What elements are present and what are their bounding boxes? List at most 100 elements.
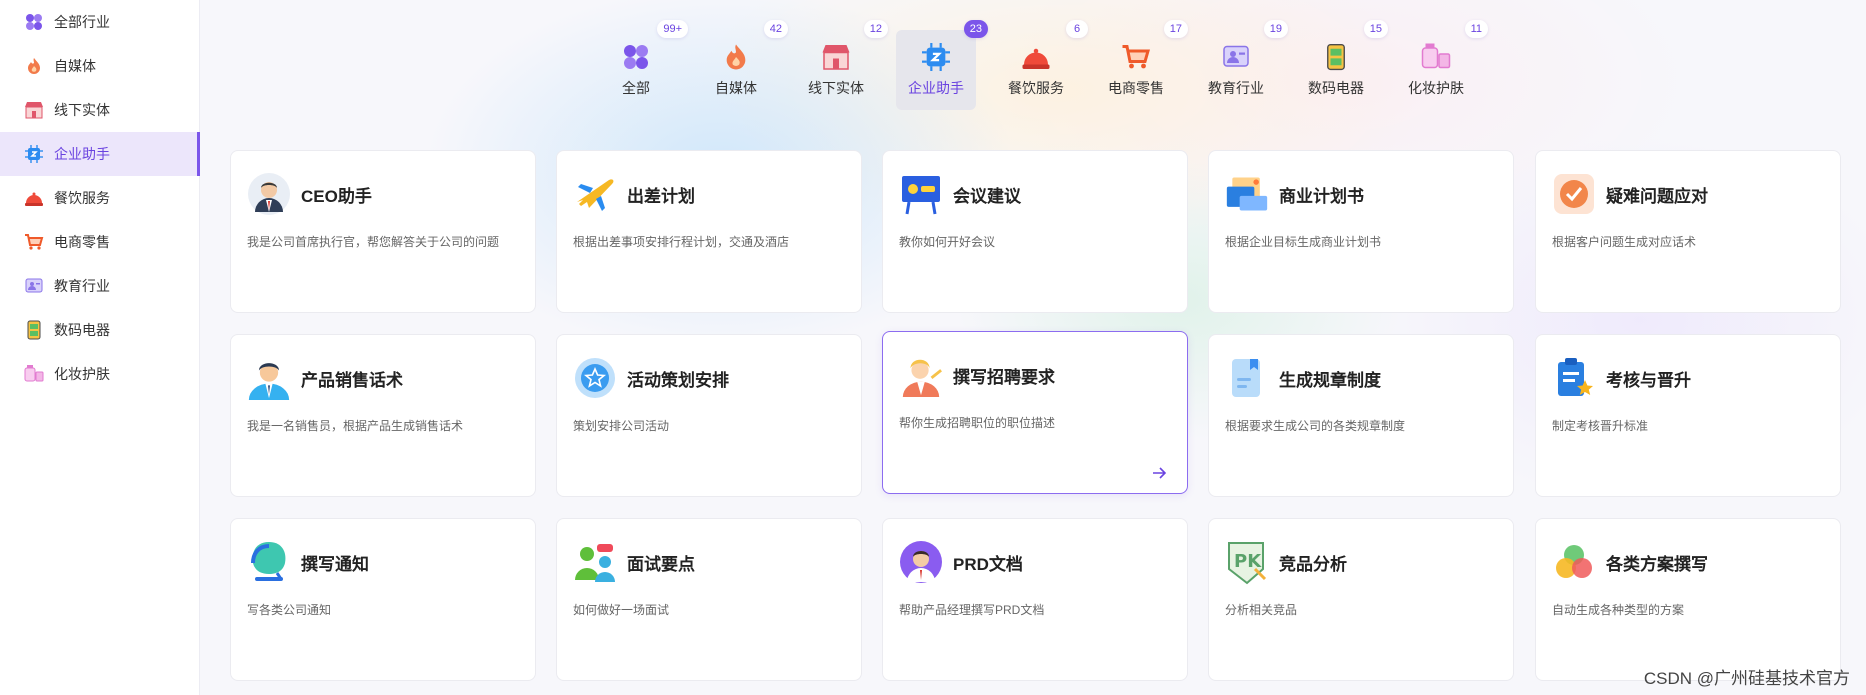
meeting-board-icon [899,172,943,216]
card-title: 会议建议 [953,186,1021,206]
card-description: 制定考核晋升标准 [1552,419,1649,433]
count-badge: 12 [863,20,888,38]
agent-card[interactable]: 面试要点 如何做好一场面试 [556,518,862,681]
card-title: 产品销售话术 [301,370,403,390]
card-description: 策划安排公司活动 [573,419,670,433]
rules-document-icon [1225,356,1269,400]
agent-card[interactable]: 会议建议 教你如何开好会议 [882,150,1188,313]
sidebar-item-label: 餐饮服务 [54,190,110,206]
sidebar-item-education[interactable]: 教育行业 [0,264,199,308]
card-title: 出差计划 [627,186,695,206]
agent-card[interactable]: CEO助手 我是公司首席执行官，帮您解答关于公司的问题 [230,150,536,313]
watermark: CSDN @广州硅基技术官方 [1643,669,1850,688]
card-title: 商业计划书 [1279,186,1364,206]
card-title: 撰写招聘要求 [953,367,1055,387]
card-description: 我是一名销售员，根据产品生成销售话术 [247,419,464,433]
education-icon [1221,42,1251,72]
tab-label: 餐饮服务 [1008,80,1064,96]
appliance-icon [1321,42,1351,72]
tab-label: 自媒体 [715,80,757,96]
agent-card[interactable]: PRD文档 帮助产品经理撰写PRD文档 [882,518,1188,681]
event-star-icon [573,356,617,400]
tab-all[interactable]: 99+ 全部 [596,20,688,110]
card-title: 考核与晋升 [1606,370,1691,390]
sidebar-item-label: 企业助手 [54,146,110,162]
tab-catering[interactable]: 6 餐饮服务 [996,20,1088,110]
ceo-avatar-icon [247,172,291,216]
agent-card[interactable]: 撰写通知 写各类公司通知 [230,518,536,681]
tab-education[interactable]: 19 教育行业 [1196,20,1288,110]
card-title: 面试要点 [627,554,695,574]
tab-cosmetics[interactable]: 11 化妆护肤 [1396,20,1488,110]
agent-card[interactable]: 商业计划书 根据企业目标生成商业计划书 [1208,150,1514,313]
card-title: PRD文档 [953,554,1023,574]
cloche-icon [24,188,44,208]
agent-card-hovered[interactable]: 撰写招聘要求 帮你生成招聘职位的职位描述 [882,331,1188,494]
agent-card[interactable]: PK 竞品分析 分析相关竞品 [1208,518,1514,681]
agent-card[interactable]: 活动策划安排 策划安排公司活动 [556,334,862,497]
cosmetics-icon [24,364,44,384]
tab-ecommerce[interactable]: 17 电商零售 [1096,20,1188,110]
sidebar-item-label: 化妆护肤 [54,366,110,382]
business-plan-icon [1225,172,1269,216]
tab-label: 企业助手 [908,80,964,96]
cart-icon [1121,42,1151,72]
card-description: 写各类公司通知 [247,603,332,617]
interview-icon [573,540,617,584]
agent-card[interactable]: 各类方案撰写 自动生成各种类型的方案 [1535,518,1841,681]
sidebar-item-ecommerce[interactable]: 电商零售 [0,220,199,264]
headset-icon [247,540,291,584]
appliance-icon [24,320,44,340]
sidebar-item-catering[interactable]: 餐饮服务 [0,176,199,220]
count-badge: 11 [1464,20,1488,38]
airplane-icon [573,172,617,216]
card-description: 我是公司首席执行官，帮您解答关于公司的问题 [247,235,500,249]
card-title: 竞品分析 [1279,554,1347,574]
tab-label: 电商零售 [1108,80,1164,96]
venn-circles-icon [1552,540,1596,584]
count-badge: 42 [763,20,788,38]
card-title: 撰写通知 [301,554,369,574]
star-badge-icon [1552,172,1596,216]
sidebar-item-enterprise[interactable]: 企业助手 [0,132,200,176]
sidebar-item-label: 数码电器 [54,322,110,338]
clipboard-star-icon [1552,356,1596,400]
salesman-icon [247,356,291,400]
grid-icon [621,42,651,72]
arrow-right-icon[interactable] [1151,465,1167,481]
tab-enterprise[interactable]: 23 企业助手 [896,20,988,110]
pk-icon: PK [1225,540,1269,585]
sidebar-item-cosmetics[interactable]: 化妆护肤 [0,352,199,396]
count-badge: 6 [1066,20,1088,38]
agent-card[interactable]: 出差计划 根据出差事项安排行程计划，交通及酒店 [556,150,862,313]
tab-label: 线下实体 [808,80,864,96]
education-icon [24,276,44,296]
cloche-icon [1021,42,1051,72]
count-badge: 23 [963,20,988,38]
tab-label: 化妆护肤 [1408,80,1464,96]
tab-digital[interactable]: 15 数码电器 [1296,20,1388,110]
card-description: 教你如何开好会议 [899,235,996,249]
count-badge: 17 [1163,20,1188,38]
tab-offline-store[interactable]: 12 线下实体 [796,20,888,110]
store-icon [821,42,851,72]
tab-label: 全部 [622,80,650,96]
card-description: 根据企业目标生成商业计划书 [1225,235,1382,249]
card-title: 各类方案撰写 [1606,554,1708,574]
card-description: 帮你生成招聘职位的职位描述 [899,416,1056,430]
card-title: CEO助手 [301,186,372,206]
card-description: 帮助产品经理撰写PRD文档 [899,603,1045,617]
agent-card[interactable]: 产品销售话术 我是一名销售员，根据产品生成销售话术 [230,334,536,497]
sidebar-item-label: 电商零售 [54,234,110,250]
agent-card[interactable]: 生成规章制度 根据要求生成公司的各类规章制度 [1208,334,1514,497]
card-description: 根据要求生成公司的各类规章制度 [1225,419,1406,433]
card-description: 根据客户问题生成对应话术 [1552,235,1697,249]
agent-card[interactable]: 考核与晋升 制定考核晋升标准 [1535,334,1841,497]
tab-media[interactable]: 42 自媒体 [696,20,788,110]
flame-icon [721,42,751,72]
sidebar-item-digital[interactable]: 数码电器 [0,308,199,352]
chip-icon [921,42,951,72]
agent-card[interactable]: 疑难问题应对 根据客户问题生成对应话术 [1535,150,1841,313]
card-description: 根据出差事项安排行程计划，交通及酒店 [573,235,790,249]
cosmetics-icon [1421,42,1451,72]
